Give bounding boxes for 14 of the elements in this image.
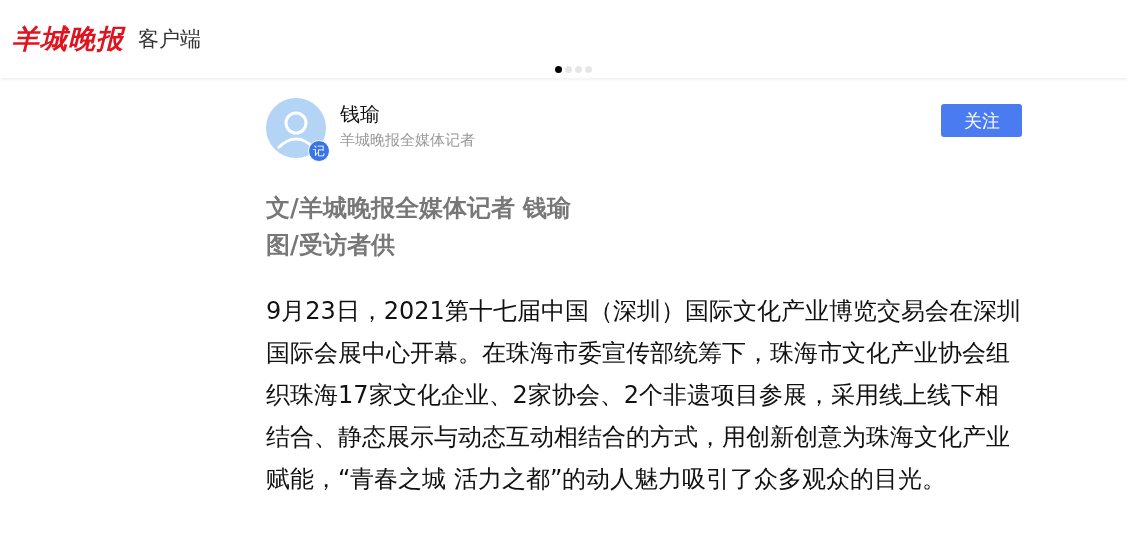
page-dot[interactable] xyxy=(584,66,592,73)
byline-text: 图/受访者供 xyxy=(266,230,396,261)
article-paragraph: 9月23日，2021第十七届中国（深圳）国际文化产业博览交易会在深圳国际会展中心开幕。在珠海市委宣传部统筹下，珠海市文化产业协会组织珠海17家文化企业、2家协会、2个非遗项目参展，采用线上线下相结合、静态展示与动态互动相结合的方式，用创新创意为珠海文化产业赋能，“青春之城 活力之都”的动人魅力吸引了众多观众的目光。 xyxy=(266,296,1022,495)
app-subtitle: 客户端 xyxy=(138,26,201,53)
page-dot[interactable] xyxy=(564,66,572,73)
page-dot[interactable] xyxy=(574,66,582,73)
author-name[interactable]: 钱瑜 xyxy=(340,100,475,128)
page-dot[interactable] xyxy=(554,66,562,73)
follow-button[interactable]: 关注 xyxy=(941,104,1022,137)
reporter-badge: 记 xyxy=(308,140,330,162)
author-title: 羊城晚报全媒体记者 xyxy=(340,130,475,151)
avatar-icon[interactable] xyxy=(266,98,326,158)
byline-text: 文/羊城晚报全媒体记者 钱瑜 xyxy=(266,193,573,224)
logo[interactable]: 羊城晚报 xyxy=(12,21,124,57)
